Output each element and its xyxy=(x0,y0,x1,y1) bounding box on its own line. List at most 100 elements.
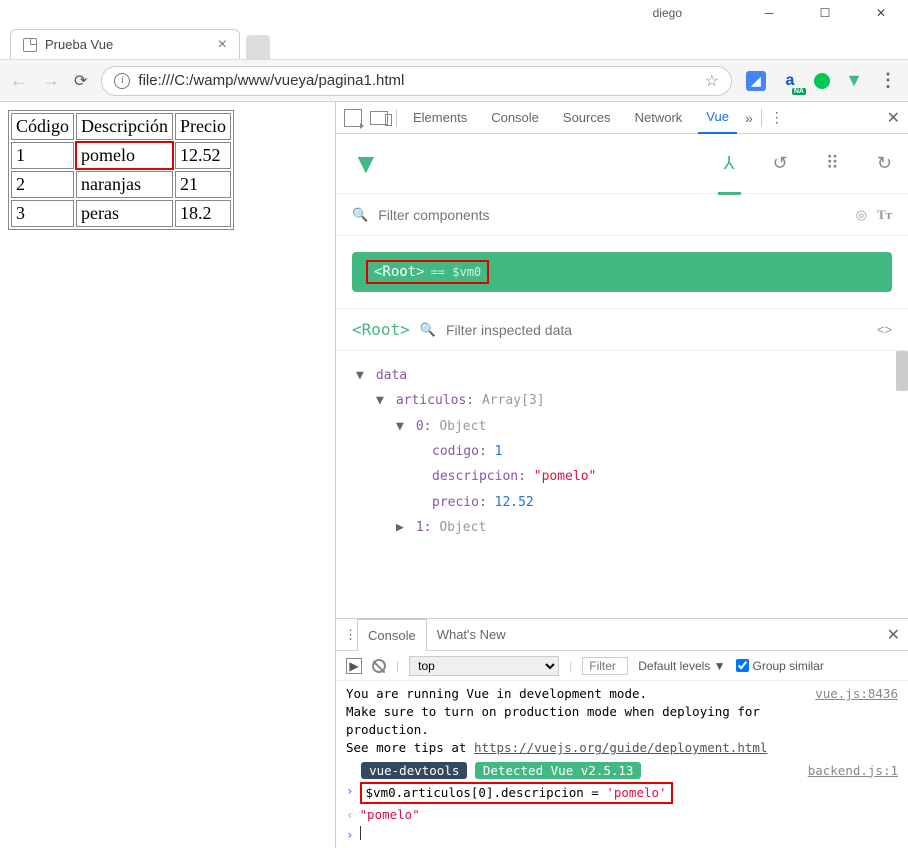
root-component-item[interactable]: <Root> == $vm0 xyxy=(352,252,892,292)
window-maximize-button[interactable]: ☐ xyxy=(818,6,832,20)
window-close-button[interactable]: ✕ xyxy=(874,6,888,20)
cell-codigo: 2 xyxy=(11,171,74,198)
tab-close-button[interactable]: × xyxy=(218,36,227,54)
forward-button[interactable]: → xyxy=(42,70,60,91)
drawer-tabs: ⋮ Console What's New ✕ xyxy=(336,619,908,651)
console-source-link[interactable]: backend.js:1 xyxy=(808,762,898,780)
tab-vue[interactable]: Vue xyxy=(698,102,737,134)
console-input-text: $vm0.articulos[0].descripcion = 'pomelo' xyxy=(360,782,673,804)
inspect-element-icon[interactable] xyxy=(344,109,362,127)
prop-type: Array[3] xyxy=(482,393,545,408)
page-content: Código Descripción Precio 1 pomelo 12.52… xyxy=(0,102,335,848)
prop-key: precio: xyxy=(432,495,487,510)
context-select[interactable]: top xyxy=(409,656,559,676)
prop-value: 12.52 xyxy=(495,495,534,510)
address-bar[interactable]: i ☆ xyxy=(101,66,732,96)
scrollbar-thumb[interactable] xyxy=(896,351,908,391)
device-toggle-icon[interactable] xyxy=(370,111,388,125)
devtools-close-button[interactable]: ✕ xyxy=(887,108,900,128)
back-button[interactable]: ← xyxy=(10,70,28,91)
drawer-tab-whatsnew[interactable]: What's New xyxy=(427,619,516,651)
tab-sources[interactable]: Sources xyxy=(555,102,619,134)
code-icon[interactable]: <> xyxy=(877,322,892,337)
browser-menu-button[interactable]: ⋮ xyxy=(878,71,898,91)
console-link[interactable]: https://vuejs.org/guide/deployment.html xyxy=(474,740,768,755)
target-icon[interactable]: ◎ xyxy=(856,207,867,223)
log-levels-dropdown[interactable]: Default levels ▼ xyxy=(638,659,725,673)
vue-tool-tabs: ⅄ ↺ ⠿ ↻ xyxy=(724,153,892,174)
tab-elements[interactable]: Elements xyxy=(405,102,475,134)
caret-icon[interactable]: ▼ xyxy=(356,363,368,388)
console-message: You are running Vue in development mode.… xyxy=(346,685,795,758)
console-prompt-icon: › xyxy=(346,782,354,800)
data-key: data xyxy=(376,368,407,383)
filter-components-input[interactable] xyxy=(378,207,845,223)
separator xyxy=(396,109,397,127)
articulos-table: Código Descripción Precio 1 pomelo 12.52… xyxy=(8,110,234,230)
refresh-icon[interactable]: ↻ xyxy=(877,153,892,174)
cell-descripcion: pomelo xyxy=(76,142,173,169)
drawer-tab-console[interactable]: Console xyxy=(357,619,427,651)
extension-icon-a[interactable]: aNA xyxy=(780,71,800,91)
caret-icon[interactable]: ▶ xyxy=(396,515,408,540)
separator xyxy=(761,109,762,127)
cell-precio: 18.2 xyxy=(175,200,231,227)
drawer-close-button[interactable]: ✕ xyxy=(887,625,900,645)
group-similar-checkbox[interactable]: Group similar xyxy=(736,659,824,673)
tab-network[interactable]: Network xyxy=(627,102,691,134)
caret-icon[interactable]: ▼ xyxy=(396,414,408,439)
new-tab-button[interactable] xyxy=(246,35,270,59)
vue-detected-badge: Detected Vue v2.5.13 xyxy=(475,762,642,779)
separator: | xyxy=(569,659,572,673)
table-row: 1 pomelo 12.52 xyxy=(11,142,231,169)
separator: | xyxy=(396,659,399,673)
site-info-icon[interactable]: i xyxy=(114,73,130,89)
console-filter-input[interactable] xyxy=(582,657,628,675)
bookmark-star-icon[interactable]: ☆ xyxy=(705,71,719,91)
inspect-header: <Root> 🔍 <> xyxy=(336,309,908,351)
play-icon[interactable]: ▶ xyxy=(346,658,362,674)
th-precio: Precio xyxy=(175,113,231,140)
search-icon: 🔍 xyxy=(352,207,368,223)
prop-value: 1 xyxy=(495,444,503,459)
devtools-menu-button[interactable]: ⋮ xyxy=(770,109,784,126)
tabs-overflow-button[interactable]: » xyxy=(745,110,753,126)
extension-icons: ◢ aNA ▼ ⋮ xyxy=(746,71,898,91)
events-tab-icon[interactable]: ⠿ xyxy=(826,153,839,174)
filter-components-row: 🔍 ◎ Tᴛ xyxy=(336,194,908,236)
cell-descripcion: peras xyxy=(76,200,173,227)
vue-devtools-panel: ▼ ⅄ ↺ ⠿ ↻ 🔍 ◎ Tᴛ <Root> == $vm0 xyxy=(336,134,908,848)
format-toggle-icon[interactable]: Tᴛ xyxy=(877,207,892,223)
file-icon xyxy=(23,38,37,52)
drawer-menu-button[interactable]: ⋮ xyxy=(344,627,357,643)
browser-tab[interactable]: Prueba Vue × xyxy=(10,29,240,59)
prop-type: Object xyxy=(439,520,486,535)
console-cursor[interactable] xyxy=(360,826,361,840)
filter-data-input[interactable] xyxy=(446,322,867,338)
console-toolbar: ▶ | top | Default levels ▼ Group similar xyxy=(336,651,908,681)
root-label: <Root> xyxy=(374,264,425,280)
reload-button[interactable]: ⟳ xyxy=(74,71,87,91)
vue-devtools-extension-icon[interactable]: ▼ xyxy=(844,71,864,91)
url-input[interactable] xyxy=(138,72,704,89)
browser-tab-title: Prueba Vue xyxy=(45,37,113,52)
components-tab-icon[interactable]: ⅄ xyxy=(724,153,735,174)
prop-type: Object xyxy=(439,419,486,434)
clear-console-icon[interactable] xyxy=(372,659,386,673)
vuex-tab-icon[interactable]: ↺ xyxy=(773,153,788,174)
extension-icon-green[interactable] xyxy=(814,73,830,89)
console-body: You are running Vue in development mode.… xyxy=(336,681,908,848)
th-codigo: Código xyxy=(11,113,74,140)
extension-icon-blue[interactable]: ◢ xyxy=(746,71,766,91)
th-descripcion: Descripción xyxy=(76,113,173,140)
tab-console[interactable]: Console xyxy=(483,102,547,134)
window-minimize-button[interactable]: ─ xyxy=(762,6,776,20)
prop-key: articulos: xyxy=(396,393,474,408)
window-titlebar: diego ─ ☐ ✕ xyxy=(0,0,908,26)
caret-icon[interactable]: ▼ xyxy=(376,388,388,413)
cell-codigo: 1 xyxy=(11,142,74,169)
console-source-link[interactable]: vue.js:8436 xyxy=(815,685,898,758)
component-tree: <Root> == $vm0 xyxy=(336,236,908,309)
extension-badge: NA xyxy=(792,88,806,95)
vue-logo-icon: ▼ xyxy=(352,148,380,180)
